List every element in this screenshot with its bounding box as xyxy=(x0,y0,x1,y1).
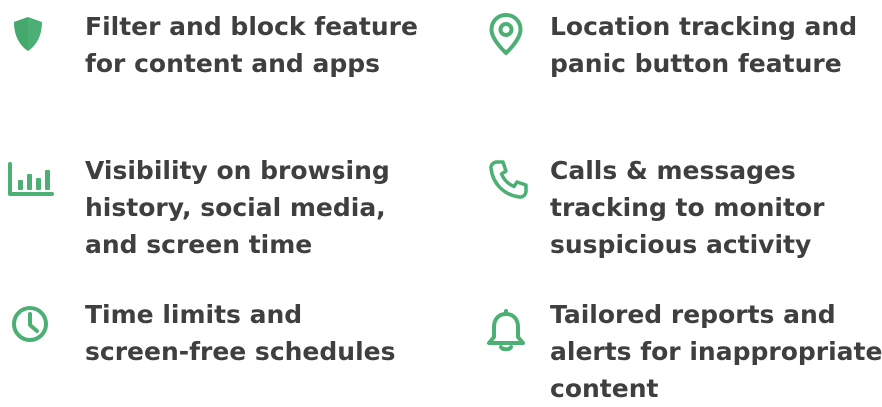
feature-line: and screen time xyxy=(85,230,313,259)
feature-line: Calls & messages xyxy=(550,156,796,185)
location-pin-icon xyxy=(482,10,530,58)
feature-text: Filter and block feature for content and… xyxy=(85,8,418,82)
feature-line: Location tracking and xyxy=(550,12,858,41)
feature-line: history, social media, xyxy=(85,193,386,222)
feature-line: screen-free schedules xyxy=(85,337,396,366)
feature-line: Visibility on browsing xyxy=(85,156,390,185)
feature-text: Tailored reports and alerts for inapprop… xyxy=(550,296,882,407)
shield-icon xyxy=(4,10,52,58)
feature-text: Calls & messages tracking to monitor sus… xyxy=(550,152,824,263)
feature-text: Time limits and screen-free schedules xyxy=(85,296,396,370)
feature-line: alerts for inappropriate xyxy=(550,337,882,366)
feature-line: Tailored reports and xyxy=(550,300,836,329)
feature-line: panic button feature xyxy=(550,49,842,78)
feature-text: Visibility on browsing history, social m… xyxy=(85,152,390,263)
feature-line: tracking to monitor xyxy=(550,193,825,222)
feature-line: Time limits and xyxy=(85,300,303,329)
feature-line: content xyxy=(550,374,659,403)
clock-icon xyxy=(6,300,54,348)
phone-icon xyxy=(484,156,532,204)
feature-line: Filter and block feature xyxy=(85,12,418,41)
feature-line: suspicious activity xyxy=(550,230,812,259)
feature-line: for content and apps xyxy=(85,49,381,78)
bell-icon xyxy=(482,306,530,354)
bar-chart-icon xyxy=(6,156,54,204)
feature-text: Location tracking and panic button featu… xyxy=(550,8,857,82)
